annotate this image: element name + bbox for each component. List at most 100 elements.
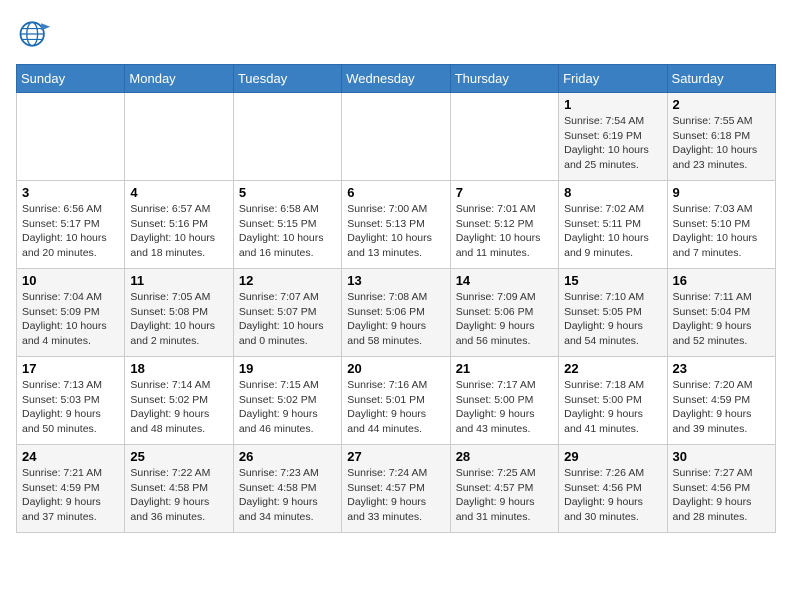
day-info: Sunrise: 7:09 AM Sunset: 5:06 PM Dayligh…	[456, 290, 553, 349]
calendar-cell: 9 Sunrise: 7:03 AM Sunset: 5:10 PM Daylig…	[667, 181, 775, 269]
calendar-cell: 29 Sunrise: 7:26 AM Sunset: 4:56 PM Dayli…	[559, 445, 667, 533]
calendar-cell	[233, 93, 341, 181]
calendar-cell: 6Sunrise: 7:00 AM Sunset: 5:13 PM Daylig…	[342, 181, 450, 269]
logo-icon	[16, 16, 52, 52]
calendar-week-row: 24Sunrise: 7:21 AM Sunset: 4:59 PM Dayli…	[17, 445, 776, 533]
day-info: Sunrise: 7:25 AM Sunset: 4:57 PM Dayligh…	[456, 466, 553, 525]
calendar-cell: 25 Sunrise: 7:22 AM Sunset: 4:58 PM Dayli…	[125, 445, 233, 533]
calendar-cell	[17, 93, 125, 181]
day-number: 13	[347, 273, 444, 288]
day-info: Sunrise: 7:27 AM Sunset: 4:56 PM Dayligh…	[673, 466, 770, 525]
header-day: Friday	[559, 65, 667, 93]
calendar-cell: 26Sunrise: 7:23 AM Sunset: 4:58 PM Dayli…	[233, 445, 341, 533]
calendar-week-row: 17 Sunrise: 7:13 AM Sunset: 5:03 PM Dayli…	[17, 357, 776, 445]
day-info: Sunrise: 7:26 AM Sunset: 4:56 PM Dayligh…	[564, 466, 661, 525]
calendar-cell: 4Sunrise: 6:57 AM Sunset: 5:16 PM Daylig…	[125, 181, 233, 269]
calendar-header: SundayMondayTuesdayWednesdayThursdayFrid…	[17, 65, 776, 93]
day-info: Sunrise: 7:01 AM Sunset: 5:12 PM Dayligh…	[456, 202, 553, 261]
day-number: 30	[673, 449, 770, 464]
calendar-cell: 11 Sunrise: 7:05 AM Sunset: 5:08 PM Dayli…	[125, 269, 233, 357]
day-number: 11	[130, 273, 227, 288]
calendar-cell: 28 Sunrise: 7:25 AM Sunset: 4:57 PM Dayli…	[450, 445, 558, 533]
calendar-week-row: 10 Sunrise: 7:04 AM Sunset: 5:09 PM Dayli…	[17, 269, 776, 357]
day-info: Sunrise: 6:58 AM Sunset: 5:15 PM Dayligh…	[239, 202, 336, 261]
day-number: 29	[564, 449, 661, 464]
day-number: 8	[564, 185, 661, 200]
day-info: Sunrise: 7:05 AM Sunset: 5:08 PM Dayligh…	[130, 290, 227, 349]
day-info: Sunrise: 6:56 AM Sunset: 5:17 PM Dayligh…	[22, 202, 119, 261]
header-day: Sunday	[17, 65, 125, 93]
day-info: Sunrise: 6:57 AM Sunset: 5:16 PM Dayligh…	[130, 202, 227, 261]
day-number: 14	[456, 273, 553, 288]
day-number: 3	[22, 185, 119, 200]
calendar-cell: 15 Sunrise: 7:10 AM Sunset: 5:05 PM Dayli…	[559, 269, 667, 357]
calendar-cell: 3 Sunrise: 6:56 AM Sunset: 5:17 PM Daylig…	[17, 181, 125, 269]
calendar-cell: 20Sunrise: 7:16 AM Sunset: 5:01 PM Dayli…	[342, 357, 450, 445]
day-number: 19	[239, 361, 336, 376]
day-number: 16	[673, 273, 770, 288]
page-header	[16, 16, 776, 52]
day-number: 26	[239, 449, 336, 464]
calendar-cell: 10 Sunrise: 7:04 AM Sunset: 5:09 PM Dayli…	[17, 269, 125, 357]
day-number: 9	[673, 185, 770, 200]
calendar-cell: 21 Sunrise: 7:17 AM Sunset: 5:00 PM Dayli…	[450, 357, 558, 445]
calendar-cell: 16Sunrise: 7:11 AM Sunset: 5:04 PM Dayli…	[667, 269, 775, 357]
day-number: 28	[456, 449, 553, 464]
day-info: Sunrise: 7:03 AM Sunset: 5:10 PM Dayligh…	[673, 202, 770, 261]
day-info: Sunrise: 7:55 AM Sunset: 6:18 PM Dayligh…	[673, 114, 770, 173]
calendar-week-row: 1 Sunrise: 7:54 AM Sunset: 6:19 PM Daylig…	[17, 93, 776, 181]
calendar-cell: 7 Sunrise: 7:01 AM Sunset: 5:12 PM Daylig…	[450, 181, 558, 269]
day-info: Sunrise: 7:24 AM Sunset: 4:57 PM Dayligh…	[347, 466, 444, 525]
day-info: Sunrise: 7:20 AM Sunset: 4:59 PM Dayligh…	[673, 378, 770, 437]
calendar-cell	[342, 93, 450, 181]
day-info: Sunrise: 7:00 AM Sunset: 5:13 PM Dayligh…	[347, 202, 444, 261]
calendar-cell: 30 Sunrise: 7:27 AM Sunset: 4:56 PM Dayli…	[667, 445, 775, 533]
day-info: Sunrise: 7:15 AM Sunset: 5:02 PM Dayligh…	[239, 378, 336, 437]
day-info: Sunrise: 7:04 AM Sunset: 5:09 PM Dayligh…	[22, 290, 119, 349]
day-info: Sunrise: 7:16 AM Sunset: 5:01 PM Dayligh…	[347, 378, 444, 437]
header-day: Saturday	[667, 65, 775, 93]
day-number: 21	[456, 361, 553, 376]
day-number: 2	[673, 97, 770, 112]
day-info: Sunrise: 7:07 AM Sunset: 5:07 PM Dayligh…	[239, 290, 336, 349]
header-day: Tuesday	[233, 65, 341, 93]
day-number: 23	[673, 361, 770, 376]
calendar-cell: 23 Sunrise: 7:20 AM Sunset: 4:59 PM Dayli…	[667, 357, 775, 445]
day-info: Sunrise: 7:21 AM Sunset: 4:59 PM Dayligh…	[22, 466, 119, 525]
calendar-cell: 13 Sunrise: 7:08 AM Sunset: 5:06 PM Dayli…	[342, 269, 450, 357]
calendar-cell: 17 Sunrise: 7:13 AM Sunset: 5:03 PM Dayli…	[17, 357, 125, 445]
day-number: 12	[239, 273, 336, 288]
day-number: 25	[130, 449, 227, 464]
day-info: Sunrise: 7:54 AM Sunset: 6:19 PM Dayligh…	[564, 114, 661, 173]
day-info: Sunrise: 7:08 AM Sunset: 5:06 PM Dayligh…	[347, 290, 444, 349]
day-info: Sunrise: 7:10 AM Sunset: 5:05 PM Dayligh…	[564, 290, 661, 349]
calendar-cell: 8 Sunrise: 7:02 AM Sunset: 5:11 PM Daylig…	[559, 181, 667, 269]
day-number: 1	[564, 97, 661, 112]
header-day: Monday	[125, 65, 233, 93]
calendar-cell: 27Sunrise: 7:24 AM Sunset: 4:57 PM Dayli…	[342, 445, 450, 533]
calendar-cell	[450, 93, 558, 181]
calendar-cell: 22Sunrise: 7:18 AM Sunset: 5:00 PM Dayli…	[559, 357, 667, 445]
calendar-cell: 2 Sunrise: 7:55 AM Sunset: 6:18 PM Daylig…	[667, 93, 775, 181]
calendar-cell: 18Sunrise: 7:14 AM Sunset: 5:02 PM Dayli…	[125, 357, 233, 445]
day-number: 17	[22, 361, 119, 376]
day-info: Sunrise: 7:22 AM Sunset: 4:58 PM Dayligh…	[130, 466, 227, 525]
day-number: 5	[239, 185, 336, 200]
calendar-body: 1 Sunrise: 7:54 AM Sunset: 6:19 PM Daylig…	[17, 93, 776, 533]
calendar-cell: 14 Sunrise: 7:09 AM Sunset: 5:06 PM Dayli…	[450, 269, 558, 357]
day-info: Sunrise: 7:13 AM Sunset: 5:03 PM Dayligh…	[22, 378, 119, 437]
calendar-cell: 12 Sunrise: 7:07 AM Sunset: 5:07 PM Dayli…	[233, 269, 341, 357]
day-info: Sunrise: 7:17 AM Sunset: 5:00 PM Dayligh…	[456, 378, 553, 437]
header-row: SundayMondayTuesdayWednesdayThursdayFrid…	[17, 65, 776, 93]
day-number: 15	[564, 273, 661, 288]
logo	[16, 16, 58, 52]
day-number: 7	[456, 185, 553, 200]
calendar-cell: 1 Sunrise: 7:54 AM Sunset: 6:19 PM Daylig…	[559, 93, 667, 181]
day-info: Sunrise: 7:02 AM Sunset: 5:11 PM Dayligh…	[564, 202, 661, 261]
calendar-cell: 19 Sunrise: 7:15 AM Sunset: 5:02 PM Dayli…	[233, 357, 341, 445]
calendar-table: SundayMondayTuesdayWednesdayThursdayFrid…	[16, 64, 776, 533]
day-number: 10	[22, 273, 119, 288]
calendar-cell: 5 Sunrise: 6:58 AM Sunset: 5:15 PM Daylig…	[233, 181, 341, 269]
header-day: Thursday	[450, 65, 558, 93]
calendar-cell	[125, 93, 233, 181]
